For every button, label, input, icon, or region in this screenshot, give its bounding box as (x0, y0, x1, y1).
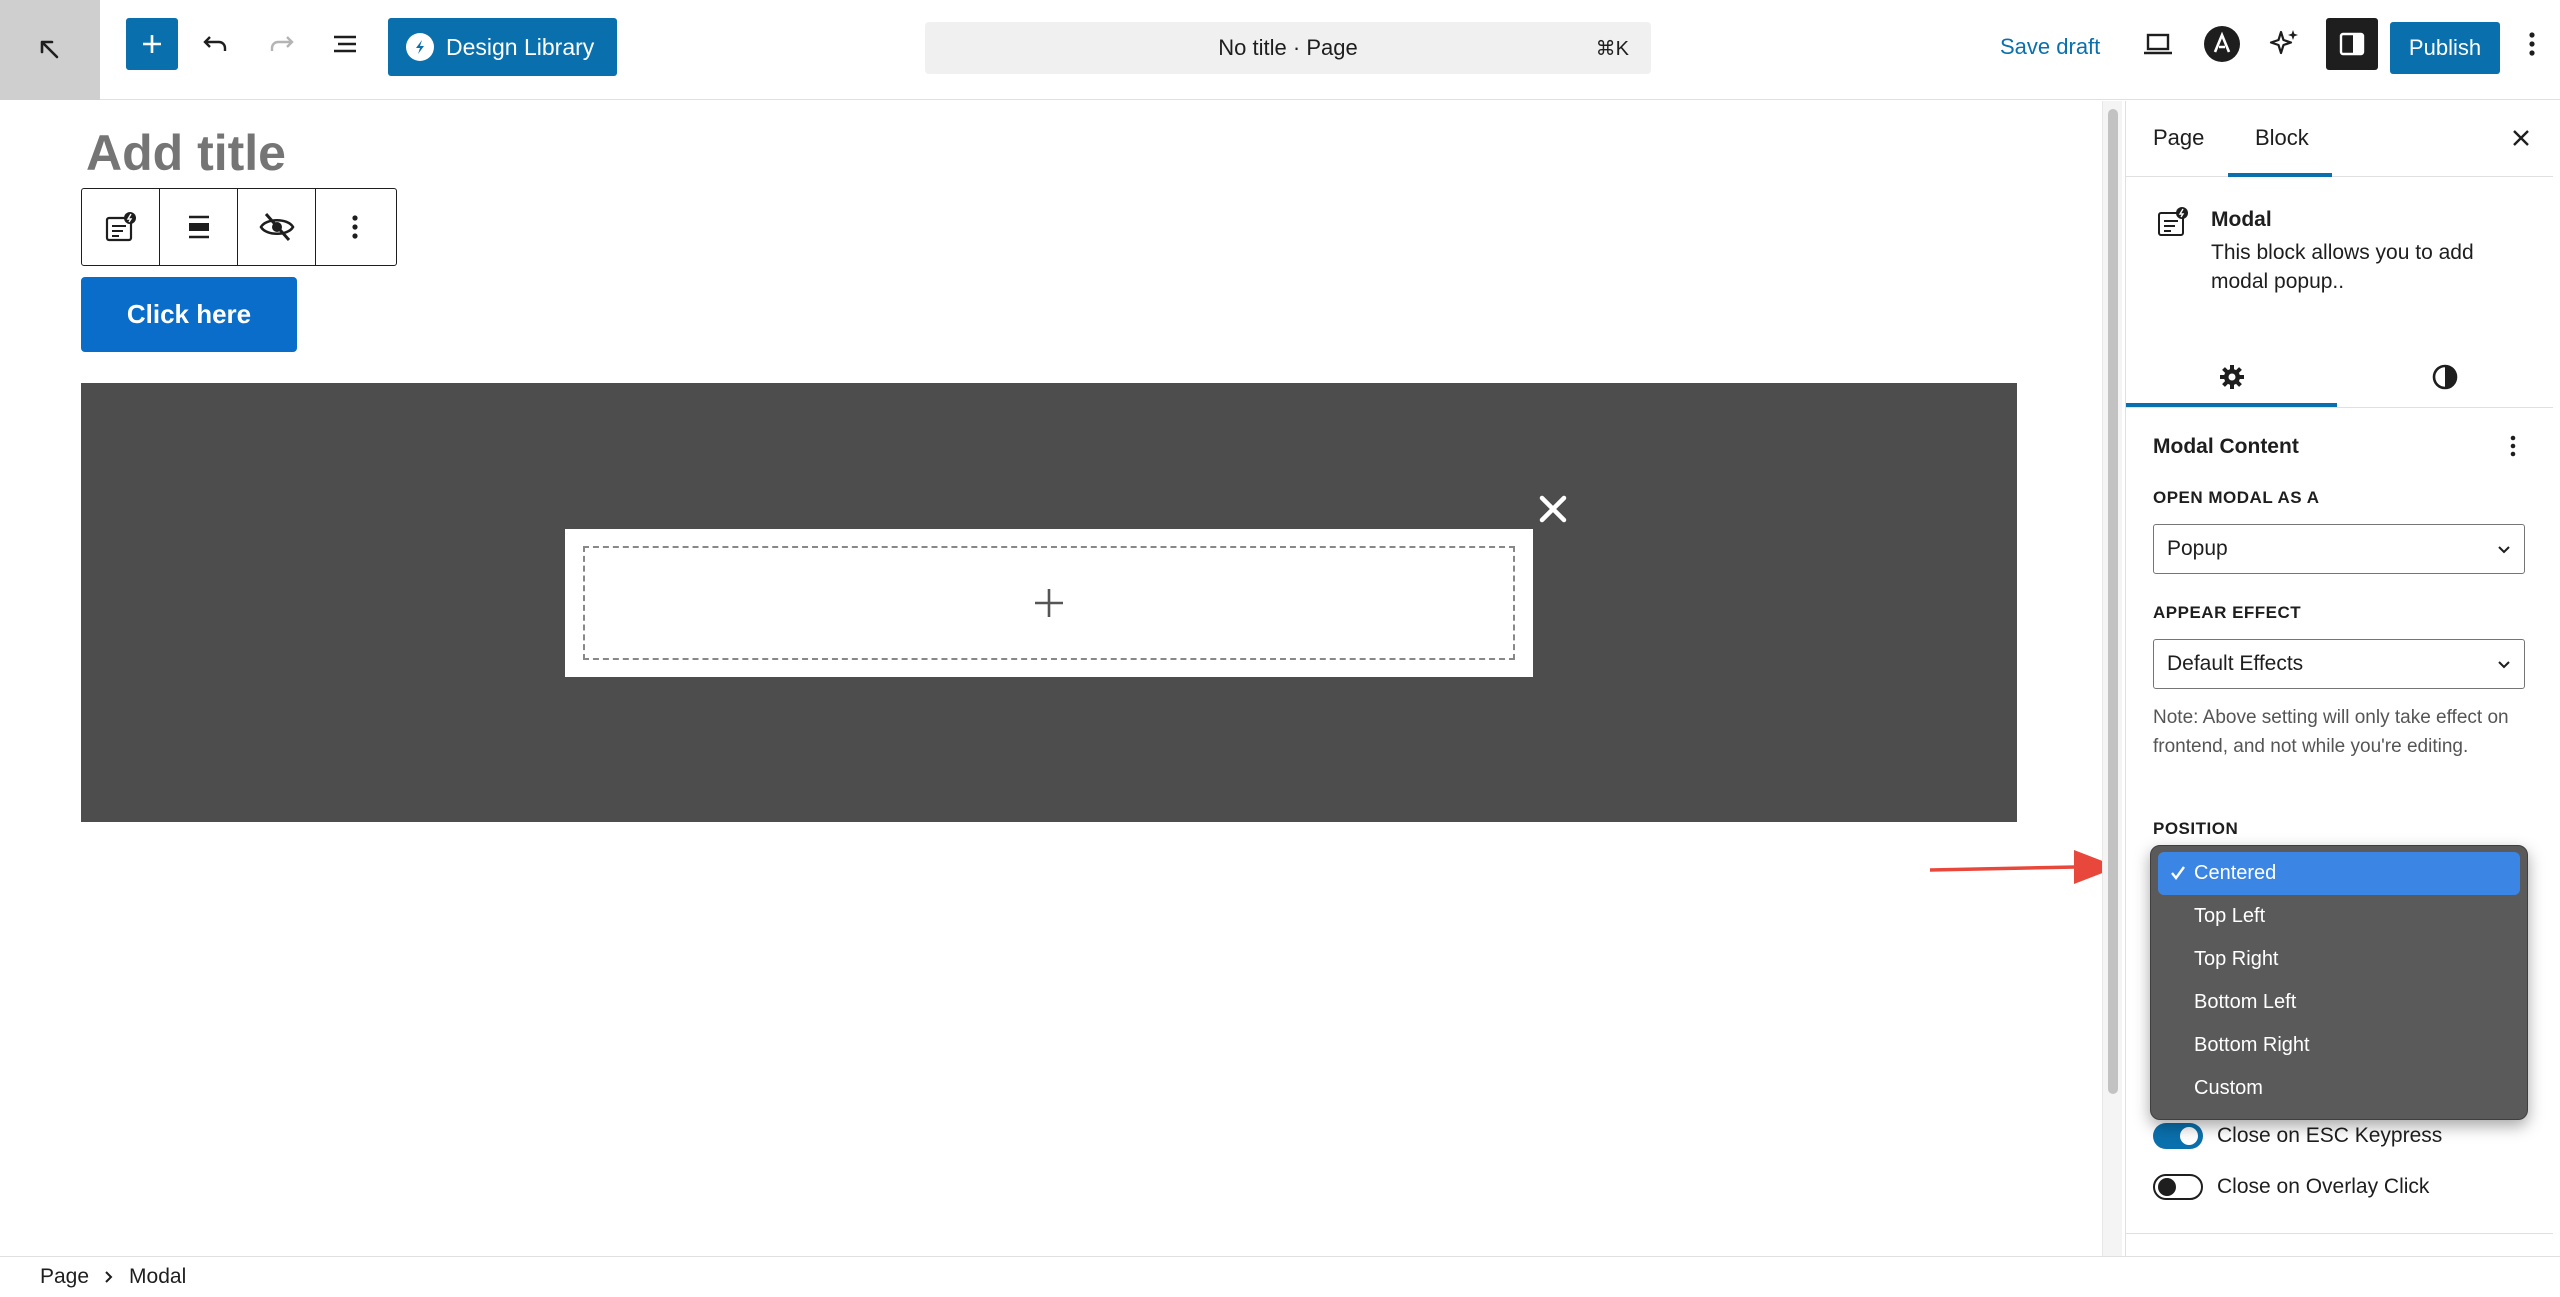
breadcrumb: Page Modal (0, 1256, 2560, 1297)
position-label: POSITION (2153, 819, 2239, 838)
redo-button[interactable] (255, 18, 307, 70)
astra-logo-icon (2204, 26, 2240, 62)
post-title-placeholder[interactable]: Add title (86, 124, 286, 182)
option-label: Centered (2194, 862, 2277, 884)
command-palette-bar[interactable]: No title · Page ⌘K (925, 22, 1651, 74)
modal-trigger-button[interactable]: Click here (81, 277, 297, 352)
modal-content-box (565, 529, 1533, 677)
scrollbar-thumb[interactable] (2108, 109, 2118, 1094)
appear-effect-value: Default Effects (2167, 652, 2304, 675)
divider (2126, 407, 2553, 408)
overlay-click-label: Close on Overlay Click (2217, 1175, 2430, 1198)
checkmark-icon (2171, 866, 2185, 880)
document-overview-button[interactable] (319, 18, 371, 70)
tab-page[interactable]: Page (2153, 125, 2204, 151)
gear-icon (2219, 365, 2244, 389)
options-menu-button[interactable] (2512, 18, 2552, 70)
block-description: This block allows you to add modal popup… (2211, 241, 2474, 293)
more-vertical-icon (2510, 435, 2516, 457)
position-option-custom[interactable]: Custom (2158, 1067, 2520, 1110)
chevron-down-icon (2498, 546, 2510, 554)
active-tab-indicator (2228, 173, 2332, 177)
undo-icon (203, 36, 227, 51)
design-library-label: Design Library (446, 33, 595, 60)
redo-icon (270, 36, 294, 51)
more-vertical-icon (2529, 32, 2535, 56)
keyboard-shortcut: ⌘K (1595, 38, 1629, 60)
astra-settings-button[interactable] (2196, 18, 2248, 70)
panel-title[interactable]: Modal Content (2153, 435, 2299, 459)
block-options-button[interactable] (316, 189, 394, 265)
chevron-down-icon (2498, 661, 2510, 669)
tab-styles[interactable] (2337, 346, 2553, 408)
appear-effect-label: APPEAR EFFECT (2153, 603, 2302, 622)
block-toolbar (81, 188, 397, 266)
overlay-click-toggle-row[interactable]: Close on Overlay Click (2153, 1172, 2429, 1202)
stackable-logo-icon (406, 33, 434, 61)
preview-button[interactable] (2132, 18, 2184, 70)
editor-top-bar: Design Library No title · Page ⌘K Save d… (0, 0, 2560, 100)
esc-keypress-label: Close on ESC Keypress (2217, 1124, 2443, 1147)
block-name: Modal (2211, 208, 2272, 231)
design-library-button[interactable]: Design Library (388, 18, 617, 76)
effect-note: Note: Above setting will only take effec… (2153, 707, 2509, 757)
plus-icon (1035, 589, 1063, 617)
modal-block-icon (2158, 207, 2188, 236)
close-icon (2513, 130, 2529, 146)
sparkles-icon (2269, 30, 2298, 55)
document-title: No title · Page (1218, 35, 1358, 60)
annotation-arrow-icon (1929, 850, 2118, 884)
back-to-dashboard-button[interactable] (0, 0, 100, 100)
chevron-right-icon (105, 1271, 113, 1283)
esc-keypress-toggle[interactable] (2153, 1123, 2203, 1149)
list-view-icon (334, 35, 356, 53)
tab-block[interactable]: Block (2255, 125, 2309, 151)
option-label: Bottom Right (2194, 1034, 2310, 1056)
laptop-icon (2144, 33, 2172, 55)
panel-options-button[interactable] (2496, 429, 2530, 463)
modal-block-icon (105, 212, 136, 242)
position-option-top-left[interactable]: Top Left (2158, 895, 2520, 938)
esc-keypress-toggle-row[interactable]: Close on ESC Keypress (2153, 1121, 2442, 1151)
breadcrumb-item-page[interactable]: Page (40, 1265, 89, 1289)
position-option-bottom-left[interactable]: Bottom Left (2158, 981, 2520, 1024)
add-block-button[interactable] (126, 18, 178, 70)
visibility-toggle-button[interactable] (238, 189, 316, 265)
option-label: Top Left (2194, 905, 2266, 927)
position-option-bottom-right[interactable]: Bottom Right (2158, 1024, 2520, 1067)
save-draft-button[interactable]: Save draft (2000, 34, 2100, 60)
undo-button[interactable] (190, 18, 242, 70)
block-appender[interactable] (583, 546, 1515, 660)
option-label: Custom (2194, 1077, 2263, 1099)
option-label: Bottom Left (2194, 991, 2297, 1013)
publish-button[interactable]: Publish (2390, 22, 2500, 74)
contrast-icon (2432, 364, 2458, 390)
overlay-click-toggle[interactable] (2153, 1174, 2203, 1200)
modal-close-icon[interactable] (1533, 489, 1573, 529)
appear-effect-select[interactable]: Default Effects (2153, 639, 2525, 689)
divider (2126, 1233, 2553, 1234)
breadcrumb-item-modal[interactable]: Modal (129, 1265, 186, 1289)
position-option-centered[interactable]: Centered (2158, 852, 2520, 895)
close-sidebar-button[interactable] (2504, 121, 2538, 155)
sidebar-tabs: Page Block (2126, 101, 2553, 177)
option-label: Top Right (2194, 948, 2279, 970)
align-wide-icon (188, 215, 209, 239)
eye-slash-icon (259, 213, 294, 241)
position-option-top-right[interactable]: Top Right (2158, 938, 2520, 981)
tab-settings[interactable] (2126, 346, 2337, 408)
arrow-up-left-icon (40, 40, 59, 59)
block-type-switcher[interactable] (82, 189, 160, 265)
more-vertical-icon (352, 215, 358, 239)
sidebar-icon (2339, 32, 2365, 56)
ai-assistant-button[interactable] (2258, 18, 2310, 70)
open-modal-select[interactable]: Popup (2153, 524, 2525, 574)
align-button[interactable] (160, 189, 238, 265)
open-modal-label: OPEN MODAL AS A (2153, 488, 2320, 507)
settings-sidebar-toggle[interactable] (2326, 18, 2378, 70)
plus-icon (143, 35, 161, 53)
canvas-scrollbar[interactable] (2102, 101, 2122, 1258)
open-modal-value: Popup (2167, 537, 2228, 560)
position-dropdown-menu: Centered Top Left Top Right Bottom Left … (2150, 845, 2528, 1120)
